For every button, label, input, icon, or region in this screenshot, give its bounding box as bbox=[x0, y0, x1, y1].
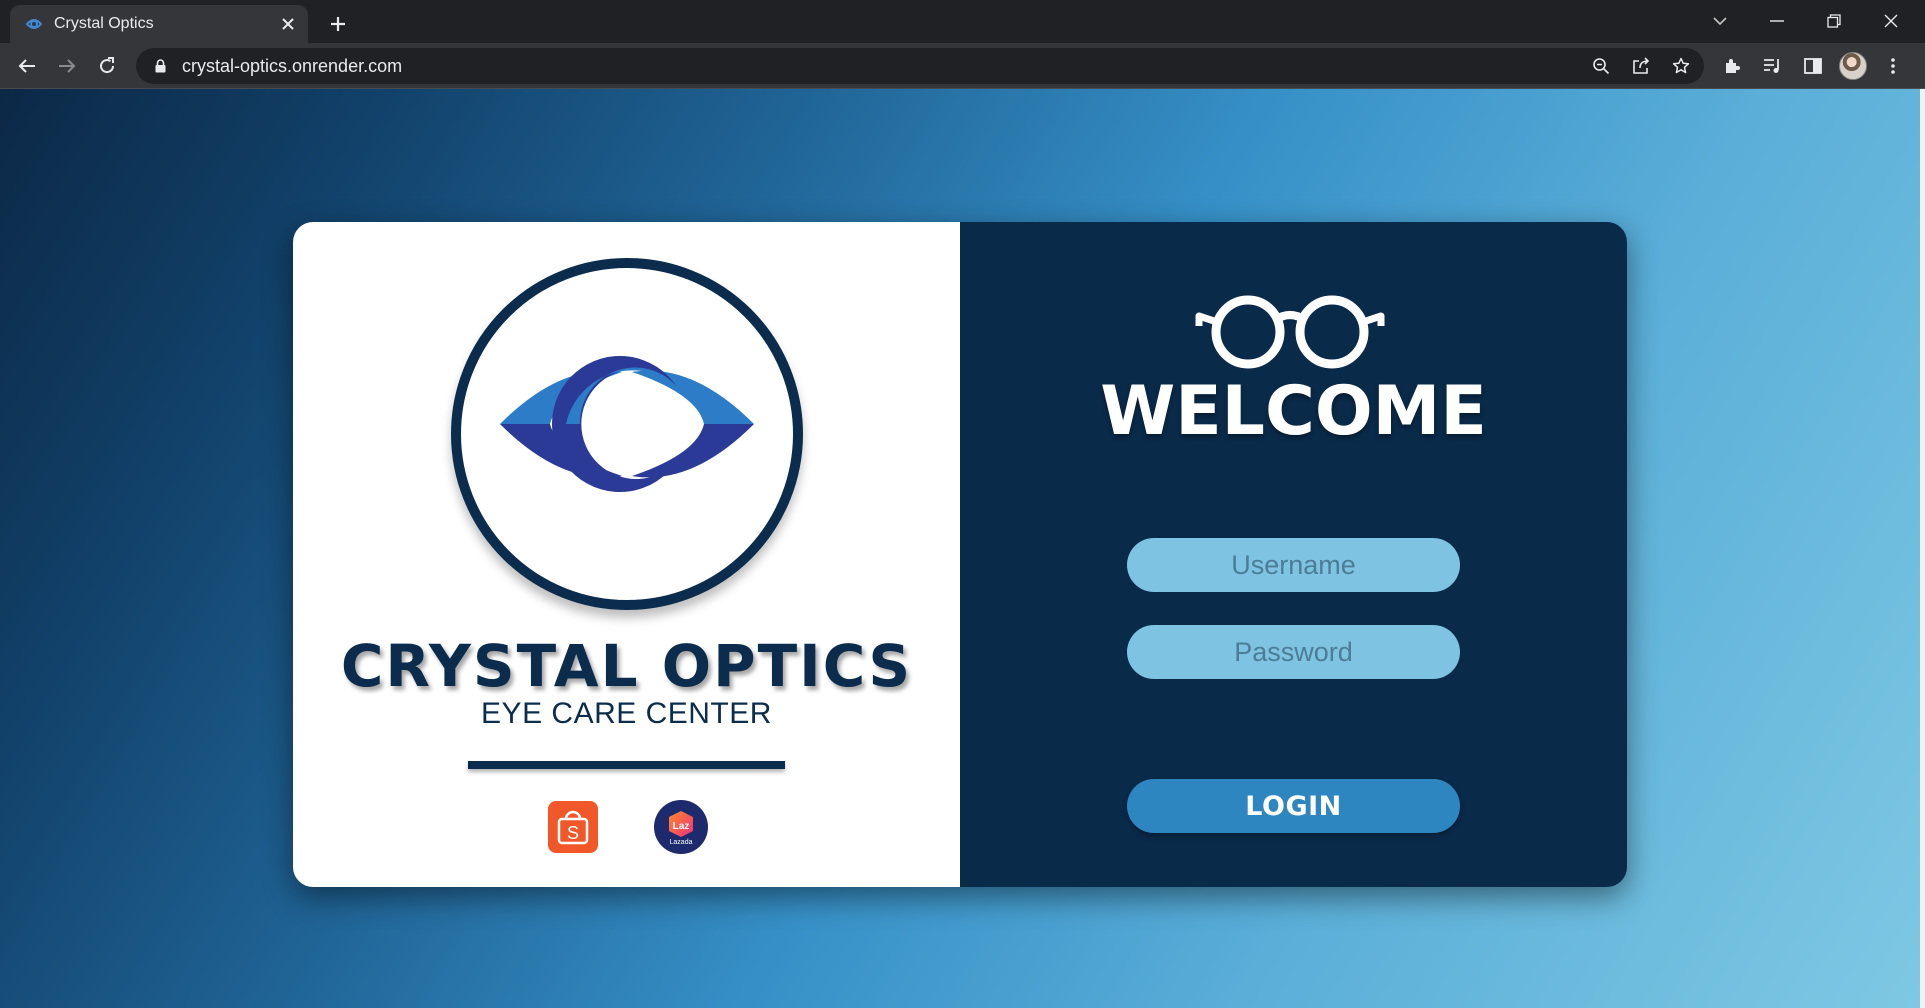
side-panel-icon[interactable] bbox=[1796, 49, 1830, 83]
brand-subtitle: EYE CARE CENTER bbox=[481, 697, 772, 730]
crystal-optics-logo-icon bbox=[24, 14, 44, 34]
browser-toolbar: crystal-optics.onrender.com bbox=[0, 43, 1925, 89]
menu-icon[interactable] bbox=[1876, 49, 1910, 83]
username-input[interactable] bbox=[1127, 538, 1460, 592]
welcome-heading: WELCOME bbox=[1100, 372, 1487, 451]
login-button[interactable]: LOGIN bbox=[1127, 779, 1460, 833]
plus-icon[interactable] bbox=[324, 10, 352, 38]
page-background: CRYSTAL OPTICS EYE CARE CENTER S Laz Laz… bbox=[0, 89, 1920, 1008]
window-edge bbox=[1920, 89, 1925, 1008]
shopee-icon[interactable]: S bbox=[548, 801, 598, 853]
glasses-icon bbox=[1195, 292, 1385, 372]
brand-panel: CRYSTAL OPTICS EYE CARE CENTER S Laz Laz… bbox=[293, 222, 960, 887]
minimize-icon[interactable] bbox=[1749, 4, 1805, 38]
browser-tab[interactable]: Crystal Optics bbox=[10, 5, 308, 43]
lazada-caption: Lazada bbox=[670, 839, 693, 846]
login-panel: WELCOME LOGIN bbox=[960, 222, 1627, 887]
brand-title: CRYSTAL OPTICS bbox=[340, 632, 913, 700]
restore-icon[interactable] bbox=[1806, 4, 1862, 38]
tab-title: Crystal Optics bbox=[54, 15, 154, 32]
shopee-glyph: S bbox=[567, 823, 579, 843]
extensions-icon[interactable] bbox=[1715, 49, 1749, 83]
profile-avatar[interactable] bbox=[1836, 49, 1870, 83]
close-icon[interactable] bbox=[1863, 4, 1919, 38]
password-input[interactable] bbox=[1127, 625, 1460, 679]
bookmark-star-icon[interactable] bbox=[1664, 49, 1698, 83]
lazada-icon[interactable]: Laz Lazada bbox=[654, 800, 708, 854]
media-icon[interactable] bbox=[1756, 49, 1790, 83]
brand-divider bbox=[468, 761, 785, 769]
back-arrow-icon[interactable] bbox=[10, 49, 44, 83]
browser-tab-strip: Crystal Optics bbox=[0, 0, 1925, 43]
eye-logo-icon bbox=[451, 258, 803, 610]
url-text[interactable]: crystal-optics.onrender.com bbox=[182, 56, 1584, 77]
lazada-glyph: Laz bbox=[673, 821, 690, 832]
reload-icon[interactable] bbox=[90, 49, 124, 83]
tab-search-icon[interactable] bbox=[1692, 4, 1748, 38]
lock-icon[interactable] bbox=[152, 58, 168, 74]
tab-close-icon[interactable] bbox=[276, 12, 300, 36]
address-bar[interactable]: crystal-optics.onrender.com bbox=[136, 48, 1704, 84]
share-icon[interactable] bbox=[1624, 49, 1658, 83]
zoom-icon[interactable] bbox=[1584, 49, 1618, 83]
login-card: CRYSTAL OPTICS EYE CARE CENTER S Laz Laz… bbox=[293, 222, 1627, 887]
forward-arrow-icon[interactable] bbox=[50, 49, 84, 83]
